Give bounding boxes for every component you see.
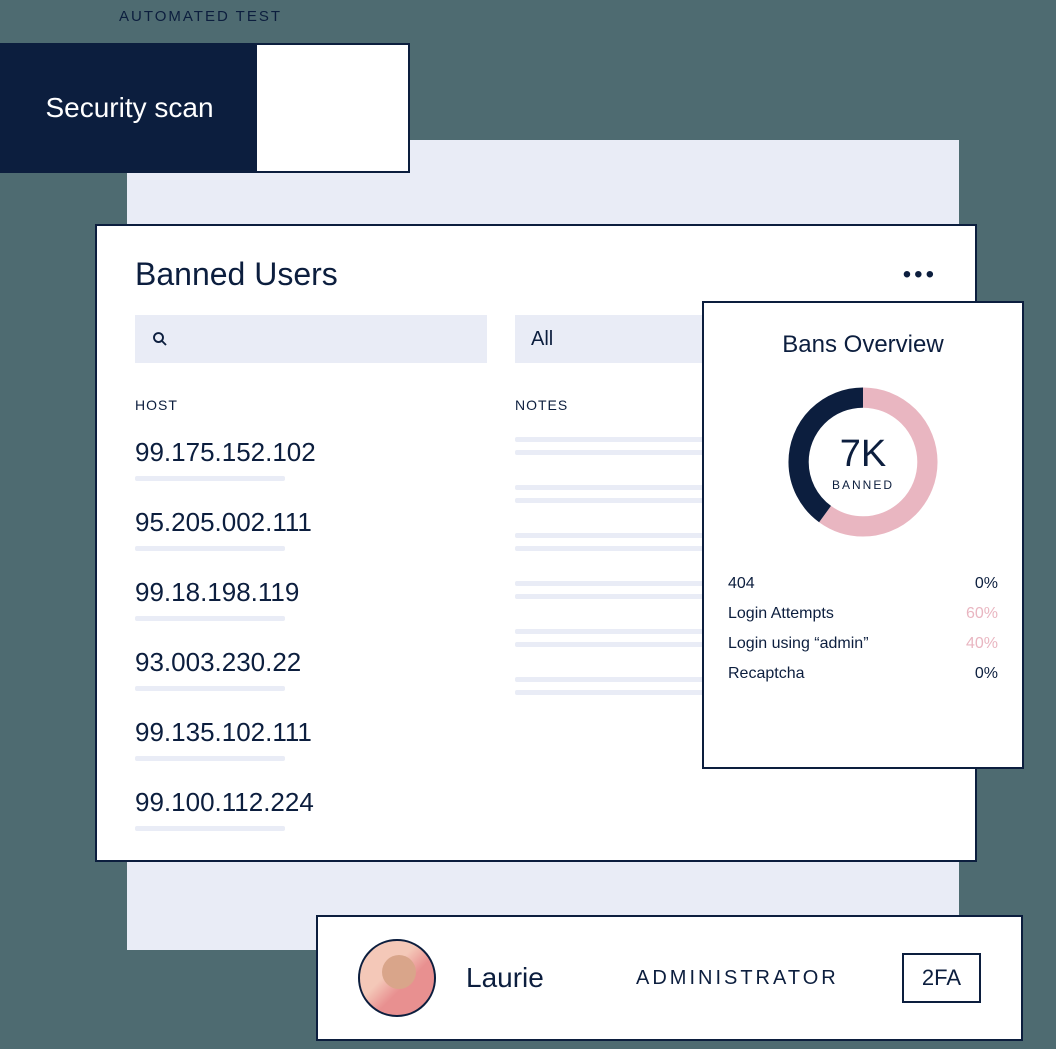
host-item[interactable]: 99.18.198.119 [135,577,487,608]
banned-users-title: Banned Users [135,256,338,293]
placeholder-line [135,756,285,761]
stat-row: 404 0% [728,575,998,593]
host-item[interactable]: 99.100.112.224 [135,787,487,818]
placeholder-line [135,826,285,831]
placeholder-line [135,686,285,691]
placeholder-line [135,476,285,481]
host-item[interactable]: 93.003.230.22 [135,647,487,678]
stat-value: 0% [975,575,998,593]
stat-label: 404 [728,575,755,593]
automated-test-label: AUTOMATED TEST [119,8,282,25]
search-input[interactable] [135,315,487,363]
security-scan-card: Security scan [0,43,410,173]
stat-row: Login Attempts 60% [728,605,998,623]
filter-select-value: All [531,328,553,351]
user-role: ADMINISTRATOR [636,967,872,990]
host-item[interactable]: 95.205.002.111 [135,507,487,538]
security-scan-progress: Security scan [2,45,257,171]
bans-overview-card: Bans Overview 7K BANNED 404 0% Login Attem… [702,301,1024,769]
bans-donut-chart: 7K BANNED [778,377,948,547]
stat-value: 60% [966,605,998,623]
host-item[interactable]: 99.135.102.111 [135,717,487,748]
bans-count: 7K [840,433,886,476]
column-header-host: HOST [135,397,487,413]
placeholder-line [135,616,285,621]
stat-label: Recaptcha [728,665,805,683]
stat-value: 0% [975,665,998,683]
bans-overview-title: Bans Overview [728,331,998,359]
avatar [358,939,436,1017]
user-name: Laurie [466,962,606,994]
twofa-badge[interactable]: 2FA [902,953,981,1003]
placeholder-line [135,546,285,551]
stat-row: Recaptcha 0% [728,665,998,683]
user-profile-card: Laurie ADMINISTRATOR 2FA [316,915,1023,1041]
stat-row: Login using “admin” 40% [728,635,998,653]
host-item[interactable]: 99.175.152.102 [135,437,487,468]
stat-label: Login using “admin” [728,635,869,653]
stat-label: Login Attempts [728,605,834,623]
more-menu-icon[interactable]: ••• [903,261,937,289]
security-scan-title: Security scan [45,92,213,124]
bans-count-label: BANNED [832,478,894,492]
search-icon [151,330,169,348]
stat-value: 40% [966,635,998,653]
